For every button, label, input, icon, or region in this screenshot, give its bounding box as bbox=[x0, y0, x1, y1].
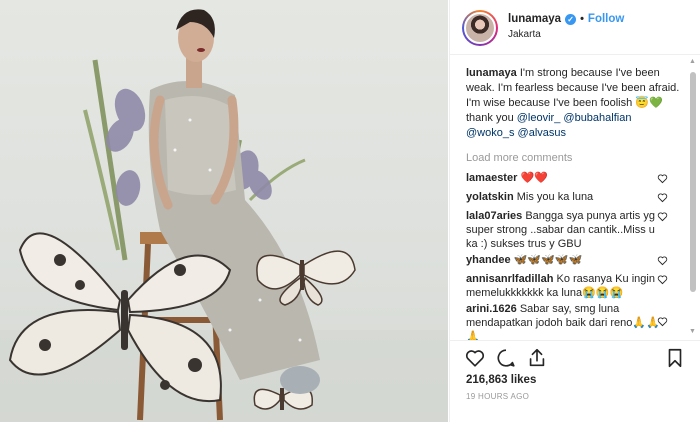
comments-scrollbar[interactable]: ▲ ▼ bbox=[688, 58, 698, 338]
comment-like-heart-icon[interactable] bbox=[657, 192, 668, 203]
scrollbar-thumb[interactable] bbox=[690, 72, 696, 292]
comment-item: yhandee 🦋🦋🦋🦋🦋 bbox=[466, 253, 660, 267]
share-icon[interactable] bbox=[526, 347, 548, 369]
comment-like-heart-icon[interactable] bbox=[657, 211, 668, 222]
header-user-row: lunamaya ✓ • Follow bbox=[508, 13, 624, 25]
bookmark-icon[interactable] bbox=[664, 347, 686, 369]
post-timestamp[interactable]: 19 HOURS AGO bbox=[466, 392, 529, 401]
heart-icon[interactable] bbox=[464, 347, 486, 369]
comment-username[interactable]: yhandee bbox=[466, 254, 511, 266]
comment-item: lamaester ❤️❤️ bbox=[466, 171, 660, 185]
comment-item: lala07aries Bangga sya punya artis yg su… bbox=[466, 209, 660, 251]
comment-username[interactable]: yolatskin bbox=[466, 191, 514, 203]
comment-item: annisanrlfadillah Ko rasanya Ku ingin me… bbox=[466, 272, 660, 300]
post-panel: lunamaya ✓ • Follow Jakarta lunamaya I'm… bbox=[449, 0, 700, 422]
comment-like-heart-icon[interactable] bbox=[657, 173, 668, 184]
separator-dot: • bbox=[580, 13, 584, 25]
caption: lunamaya I'm strong because I've been we… bbox=[466, 66, 680, 141]
comment-username[interactable]: annisanrlfadillah bbox=[466, 273, 553, 285]
mention-link[interactable]: @leovir_ bbox=[517, 112, 561, 124]
post-actions bbox=[450, 340, 700, 374]
location-link[interactable]: Jakarta bbox=[508, 29, 541, 40]
scroll-down-arrow-icon[interactable]: ▼ bbox=[689, 328, 696, 335]
comment-text: 🦋🦋🦋🦋🦋 bbox=[513, 254, 583, 266]
comment-icon[interactable] bbox=[495, 347, 517, 369]
post-header: lunamaya ✓ • Follow Jakarta bbox=[450, 0, 700, 55]
header-username[interactable]: lunamaya bbox=[508, 13, 561, 25]
comment-like-heart-icon[interactable] bbox=[657, 316, 668, 327]
post-photo[interactable] bbox=[0, 0, 448, 422]
avatar[interactable] bbox=[462, 10, 498, 46]
mention-link[interactable]: @woko_s bbox=[466, 127, 514, 139]
comment-username[interactable]: lamaester bbox=[466, 172, 517, 184]
comment-like-heart-icon[interactable] bbox=[657, 255, 668, 266]
comment-item: yolatskin Mis you ka luna bbox=[466, 190, 660, 204]
comment-username[interactable]: lala07aries bbox=[466, 210, 522, 222]
comment-text: Mis you ka luna bbox=[516, 191, 594, 203]
verified-badge-icon: ✓ bbox=[565, 13, 577, 25]
mention-link[interactable]: @bubahalfian bbox=[563, 112, 631, 124]
load-more-comments-button[interactable]: Load more comments bbox=[466, 152, 572, 164]
comment-like-heart-icon[interactable] bbox=[657, 274, 668, 285]
caption-username[interactable]: lunamaya bbox=[466, 67, 517, 79]
comment-username[interactable]: arini.1626 bbox=[466, 303, 517, 315]
comments-section: lunamaya I'm strong because I've been we… bbox=[450, 56, 700, 340]
photo-illustration bbox=[0, 9, 448, 422]
scroll-up-arrow-icon[interactable]: ▲ bbox=[689, 58, 696, 65]
mention-link[interactable]: @alvasus bbox=[518, 127, 566, 139]
likes-count[interactable]: 216,863 likes bbox=[466, 374, 536, 386]
follow-button[interactable]: Follow bbox=[588, 13, 624, 25]
comment-text: ❤️❤️ bbox=[520, 172, 548, 184]
comment-item: arini.1626 Sabar say, smg luna mendapatk… bbox=[466, 302, 660, 340]
